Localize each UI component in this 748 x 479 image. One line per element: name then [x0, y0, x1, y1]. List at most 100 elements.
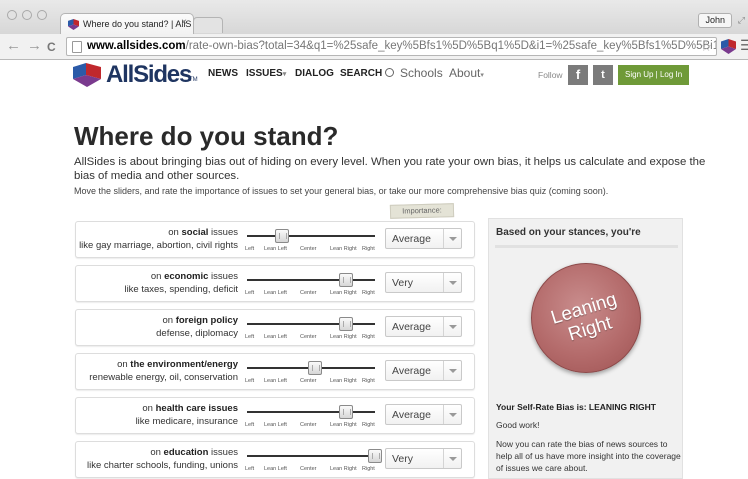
dropdown-arrow-icon[interactable]: [443, 361, 461, 380]
bias-slider[interactable]: Left Lean Left Center Lean Right Right: [245, 404, 379, 429]
signup-login-button[interactable]: Sign Up | Log In: [618, 65, 690, 85]
importance-select[interactable]: Average: [385, 360, 462, 381]
allsides-extension-icon[interactable]: [721, 39, 736, 54]
logo-trademark: TM: [189, 77, 198, 83]
issue-topic-line: on education issues: [87, 446, 238, 459]
issue-examples: renewable energy, oil, conservation: [89, 372, 238, 383]
importance-select[interactable]: Average: [385, 228, 462, 249]
nav-search[interactable]: SEARCH: [340, 68, 395, 79]
page-icon: [72, 41, 82, 53]
slider-scale-label: Left: [245, 290, 255, 296]
window-minimize-icon[interactable]: [22, 10, 32, 20]
dropdown-arrow-icon[interactable]: [443, 449, 461, 468]
issue-examples: like medicare, insurance: [135, 416, 238, 427]
issue-row: on social issues like gay marriage, abort…: [75, 221, 475, 258]
back-arrow-icon[interactable]: ←: [6, 38, 21, 54]
site-header: AllSides TM NEWS ISSUES▾ DIALOG SEARCH S…: [0, 60, 748, 90]
bias-slider[interactable]: Left Lean Left Center Lean Right Right: [245, 448, 382, 473]
dropdown-arrow-icon[interactable]: [443, 405, 461, 424]
issue-topic-line: on the environment/energy: [89, 358, 238, 371]
slider-track[interactable]: [247, 323, 375, 325]
slider-scale-label: Center: [300, 334, 317, 340]
issue-topic-line: on economic issues: [124, 270, 238, 283]
chevron-down-icon: ▾: [480, 72, 484, 79]
browser-tab[interactable]: Where do you stand? | AllS ×: [60, 13, 194, 34]
profile-button[interactable]: John: [698, 13, 732, 28]
importance-value: Average: [392, 321, 431, 333]
issue-prefix: on: [162, 315, 176, 326]
slider-scale-label: Left: [245, 334, 255, 340]
issue-row: on economic issues like taxes, spending, …: [75, 265, 475, 302]
issue-topic: the environment/energy: [130, 359, 238, 370]
twitter-icon[interactable]: t: [593, 65, 613, 85]
issue-label: on economic issues like taxes, spending, …: [124, 270, 238, 296]
tab-title: Where do you stand? | AllS: [83, 19, 192, 29]
slider-scale-label: Left: [245, 466, 255, 472]
bias-slider[interactable]: Left Lean Left Center Lean Right Right: [245, 360, 379, 385]
issue-prefix: on: [150, 271, 165, 282]
slider-scale-label: Right: [362, 290, 375, 296]
window-close-icon[interactable]: [7, 10, 17, 20]
fullscreen-icon[interactable]: ⤢: [738, 15, 745, 26]
bookmark-star-icon[interactable]: ☆: [700, 39, 712, 55]
issue-topic-line: on foreign policy: [156, 314, 238, 327]
slider-scale-label: Lean Left: [264, 466, 287, 472]
address-bar[interactable]: www.allsides.com/rate-own-bias?total=34&…: [66, 37, 717, 56]
issue-examples: like gay marriage, abortion, civil right…: [79, 240, 238, 251]
slider-track[interactable]: [247, 455, 375, 457]
intro-text: AllSides is about bringing bias out of h…: [74, 156, 706, 182]
bias-slider[interactable]: Left Lean Left Center Lean Right Right: [245, 316, 379, 341]
browser-toolbar: ← → C www.allsides.com/rate-own-bias?tot…: [0, 34, 748, 60]
logo-mark-icon: [73, 63, 101, 87]
forward-arrow-icon[interactable]: →: [27, 38, 42, 54]
slider-scale-label: Center: [300, 290, 317, 296]
slider-scale-label: Center: [300, 246, 317, 252]
slider-track[interactable]: [247, 235, 375, 237]
nav-schools[interactable]: Schools: [400, 66, 443, 80]
dropdown-arrow-icon[interactable]: [443, 229, 461, 248]
bias-slider[interactable]: Left Lean Left Center Lean Right Right: [245, 272, 379, 297]
slider-scale-label: Left: [245, 246, 255, 252]
importance-select[interactable]: Average: [385, 316, 462, 337]
slider-handle[interactable]: [338, 405, 353, 419]
issue-suffix: issues: [208, 271, 238, 282]
slider-handle[interactable]: [274, 229, 289, 243]
slider-handle[interactable]: [307, 361, 322, 375]
tab-close-icon[interactable]: ×: [181, 17, 187, 28]
slider-scale-label: Right: [362, 334, 375, 340]
issue-row: on health care issues like medicare, insu…: [75, 397, 475, 434]
bias-slider[interactable]: Left Lean Left Center Lean Right Right: [245, 228, 379, 253]
reload-icon[interactable]: C: [47, 39, 56, 55]
slider-handle[interactable]: [338, 317, 353, 331]
slider-track[interactable]: [247, 279, 375, 281]
importance-select[interactable]: Very: [385, 448, 462, 469]
facebook-icon[interactable]: f: [568, 65, 588, 85]
issue-label: on the environment/energy renewable energ…: [89, 358, 238, 384]
slider-scale-label: Center: [300, 466, 317, 472]
divider: [495, 245, 678, 248]
dropdown-arrow-icon[interactable]: [443, 317, 461, 336]
slider-handle[interactable]: [338, 273, 353, 287]
chevron-down-icon: ▾: [282, 71, 287, 78]
nav-dialog[interactable]: DIALOG: [295, 68, 334, 79]
importance-value: Very: [392, 453, 414, 465]
dropdown-arrow-icon[interactable]: [443, 273, 461, 292]
window-zoom-icon[interactable]: [37, 10, 47, 20]
importance-select[interactable]: Very: [385, 272, 462, 293]
issue-suffix: issues: [208, 227, 238, 238]
nav-issues[interactable]: ISSUES▾: [246, 68, 286, 79]
result-panel: Based on your stances, you're Leaning Ri…: [488, 218, 683, 479]
slider-scale-label: Center: [300, 378, 317, 384]
issue-examples: like taxes, spending, deficit: [124, 284, 238, 295]
slider-track[interactable]: [247, 411, 375, 413]
nav-about[interactable]: About▾: [449, 66, 484, 80]
url-host: www.allsides.com: [87, 40, 186, 52]
nav-news[interactable]: NEWS: [208, 68, 238, 79]
slider-scale-label: Lean Right: [330, 378, 357, 384]
slider-scale-label: Lean Left: [264, 422, 287, 428]
slider-handle[interactable]: [368, 449, 382, 463]
browser-menu-icon[interactable]: ☰: [740, 37, 748, 54]
slider-scale-label: Lean Right: [330, 334, 357, 340]
new-tab-button[interactable]: [193, 17, 223, 33]
importance-select[interactable]: Average: [385, 404, 462, 425]
